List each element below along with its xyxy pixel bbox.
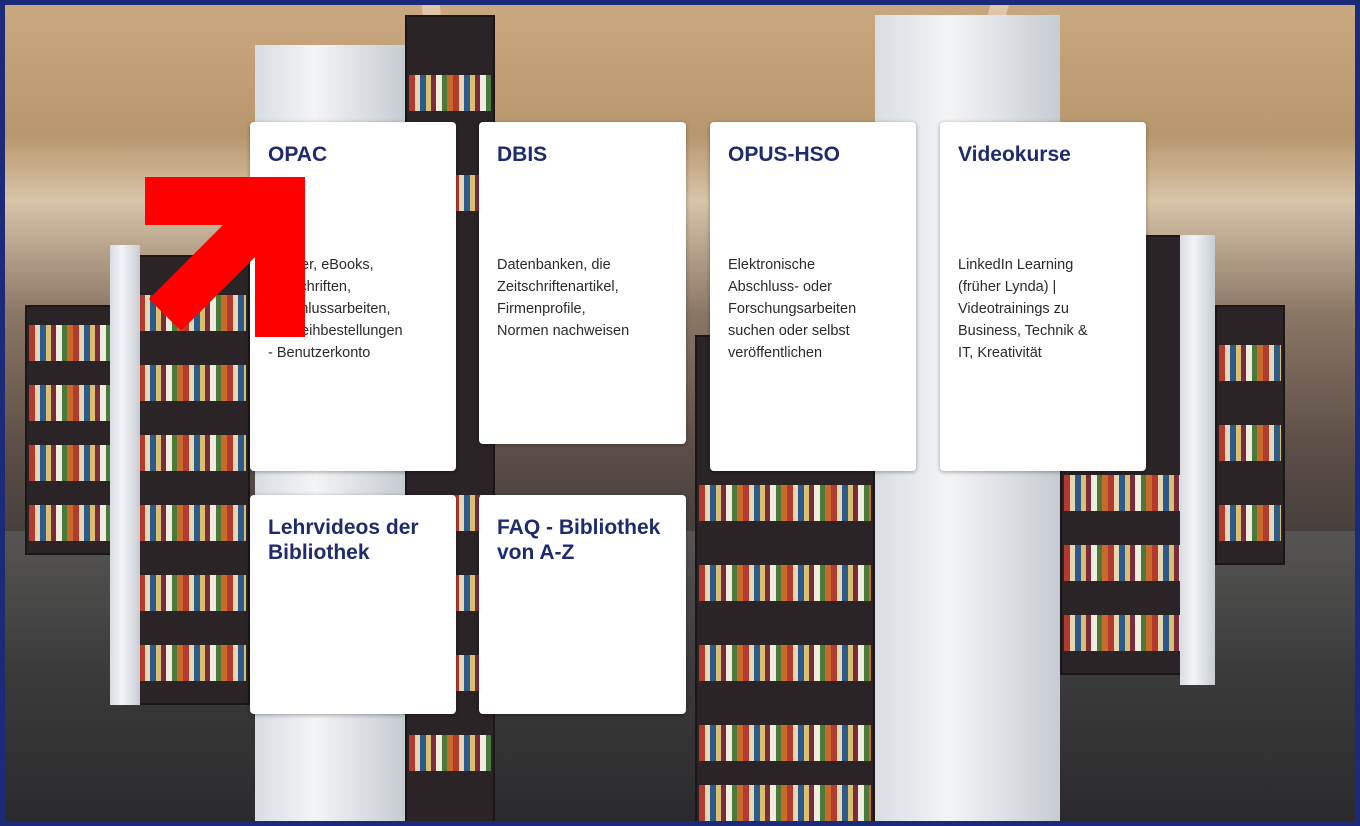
card-opac[interactable]: OPAC Bücher, eBooks, Zeitschriften, Absc… (250, 122, 456, 471)
screenshot-frame: OPAC Bücher, eBooks, Zeitschriften, Absc… (0, 0, 1360, 826)
card-title[interactable]: Videokurse (958, 142, 1128, 167)
card-title[interactable]: Lehrvideos der Bibliothek (268, 515, 438, 565)
background-shelf (25, 305, 115, 555)
card-title[interactable]: FAQ - Bibliothek von A-Z (497, 515, 668, 565)
card-title[interactable]: OPUS-HSO (728, 142, 898, 167)
background-shelf-end (1180, 235, 1215, 685)
card-dbis[interactable]: DBIS Datenbanken, die Zeitschriftenartik… (479, 122, 686, 444)
card-title[interactable]: DBIS (497, 142, 668, 167)
card-opus-hso[interactable]: OPUS-HSO Elektronische Abschluss- oder F… (710, 122, 916, 471)
background-shelf (135, 255, 250, 705)
card-description: Elektronische Abschluss- oder Forschungs… (728, 257, 857, 361)
card-description: Datenbanken, die Zeitschriftenartikel, F… (497, 257, 630, 339)
card-videokurse[interactable]: Videokurse LinkedIn Learning (früher Lyn… (940, 122, 1146, 471)
card-title[interactable]: OPAC (268, 142, 438, 167)
card-lehrvideos[interactable]: Lehrvideos der Bibliothek (250, 495, 456, 714)
card-description: Bücher, eBooks, Zeitschriften, Abschluss… (268, 257, 403, 361)
background-shelf (1215, 305, 1285, 565)
card-description: LinkedIn Learning (früher Lynda) | Video… (958, 257, 1088, 361)
card-faq[interactable]: FAQ - Bibliothek von A-Z (479, 495, 686, 714)
background-shelf-end (110, 245, 140, 705)
